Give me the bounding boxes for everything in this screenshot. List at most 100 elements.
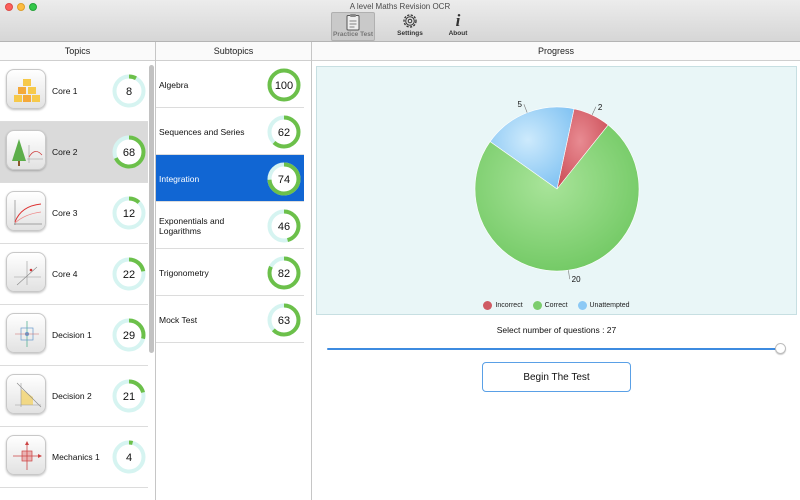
subtopic-name: Algebra (159, 79, 189, 90)
progress-ring-value: 46 (278, 221, 290, 233)
topic-item-core-1[interactable]: Core 1 8 (0, 61, 148, 122)
progress-ring-value: 62 (278, 127, 290, 139)
progress-ring-value: 12 (123, 208, 135, 220)
progress-ring-value: 8 (126, 86, 132, 98)
subtopics-list: Algebra 100 Sequences and Series 62 Inte… (156, 61, 311, 500)
progress-ring-value: 29 (123, 330, 135, 342)
toolbar-settings-label: Settings (397, 30, 423, 37)
progress-ring: 68 (112, 135, 146, 169)
subtopic-name: Trigonometry (159, 267, 209, 278)
legend-swatch (532, 301, 542, 310)
pie-label-leader (591, 106, 597, 116)
legend-label: Incorrect (495, 302, 523, 309)
topics-header: Topics (0, 42, 155, 61)
topic-item-core-2[interactable]: Core 2 68 (0, 122, 148, 183)
topic-item-decision-2[interactable]: Decision 2 21 (0, 366, 148, 427)
chart-legend: Incorrect Correct Unattempted (317, 301, 796, 312)
subtopic-item-trigonometry[interactable]: Trigonometry 82 (156, 249, 304, 296)
legend-swatch (483, 301, 493, 310)
curve-graph-icon (6, 191, 46, 231)
toolbar-settings-button[interactable]: Settings (388, 12, 432, 41)
tree-graph-icon (6, 130, 46, 170)
column-divider (311, 42, 312, 500)
progress-ring-value: 22 (123, 269, 135, 281)
force-arrows-icon (6, 435, 46, 475)
progress-ring: 46 (267, 209, 301, 243)
toolbar-about-label: About (448, 30, 468, 37)
legend-label: Unattempted (589, 302, 630, 309)
subtopic-item-sequences-and-series[interactable]: Sequences and Series 62 (156, 108, 304, 155)
topics-scrollbar[interactable] (149, 65, 154, 353)
legend-label: Correct (544, 302, 568, 309)
progress-ring-value: 82 (278, 268, 290, 280)
topic-item-core-4[interactable]: Core 4 22 (0, 244, 148, 305)
progress-ring-value: 68 (123, 147, 135, 159)
progress-ring: 100 (267, 68, 301, 102)
progress-header: Progress (312, 42, 800, 61)
progress-ring: 63 (267, 303, 301, 337)
subtopic-name: Integration (159, 173, 200, 184)
progress-pie-chart: 2 20 5 Incorrect Correct Unattempted (316, 66, 797, 315)
app-window: A level Maths Revision OCR Practice Test… (0, 0, 800, 500)
toolbar-practice-test-label: Practice Test (333, 31, 373, 38)
progress-ring: 29 (112, 318, 146, 352)
topic-name: Decision 1 (52, 330, 92, 340)
topic-name: Core 4 (52, 269, 78, 279)
progress-ring: 62 (267, 115, 301, 149)
progress-ring: 8 (112, 74, 146, 108)
toolbar-practice-test-button[interactable]: Practice Test (331, 12, 375, 41)
pie-chart-canvas: 2 20 5 (474, 100, 640, 284)
subtopic-item-mock-test[interactable]: Mock Test 63 (156, 296, 304, 343)
question-count-label: Select number of questions : 27 (496, 325, 617, 335)
topic-name: Core 1 (52, 86, 78, 96)
subtopic-name: Mock Test (159, 314, 198, 325)
progress-ring: 21 (112, 379, 146, 413)
topic-item-mechanics-1[interactable]: Mechanics 1 4 (0, 427, 148, 488)
region-graph-icon (6, 374, 46, 414)
topic-name: Core 2 (52, 147, 78, 157)
progress-ring-value: 100 (275, 80, 293, 92)
info-icon: i (455, 11, 461, 30)
subtopic-item-algebra[interactable]: Algebra 100 (156, 61, 304, 108)
subtopic-item-integration[interactable]: Integration 74 (156, 155, 304, 202)
progress-ring: 12 (112, 196, 146, 230)
toolbar-about-button[interactable]: i About (436, 12, 480, 41)
progress-ring: 4 (112, 440, 146, 474)
gear-icon (388, 12, 432, 30)
progress-ring-value: 4 (126, 452, 132, 464)
topics-list: Core 1 8 Core 2 68 Core 3 12 Core 4 22 D… (0, 61, 155, 500)
window-title: A level Maths Revision OCR (349, 2, 451, 11)
topic-name: Core 3 (52, 208, 78, 218)
topic-name: Decision 2 (52, 391, 92, 401)
pie-data-label-correct: 20 (572, 275, 581, 284)
progress-ring: 22 (112, 257, 146, 291)
clipboard-icon (332, 13, 374, 31)
subtopics-header: Subtopics (156, 42, 311, 61)
vector-graph-icon (6, 252, 46, 292)
legend-item-incorrect: Incorrect (483, 301, 523, 310)
progress-ring: 74 (267, 162, 301, 196)
progress-ring-value: 74 (278, 174, 290, 186)
question-count-slider[interactable] (327, 348, 782, 350)
pie-label-leader (568, 270, 570, 280)
pyramid-blocks-icon (6, 69, 46, 109)
legend-item-unattempted: Unattempted (577, 301, 630, 310)
legend-swatch (577, 301, 587, 310)
pie-label-leader (523, 104, 528, 113)
subtopic-item-exponentials-and-logarithms[interactable]: Exponentials and Logarithms 46 (156, 202, 304, 249)
flowchart-icon (6, 313, 46, 353)
pie-data-label-incorrect: 2 (598, 103, 603, 112)
progress-ring: 82 (267, 256, 301, 290)
progress-ring-value: 21 (123, 391, 135, 403)
topic-name: Mechanics 1 (52, 452, 100, 462)
title-bar: A level Maths Revision OCR Practice Test… (0, 0, 800, 42)
topic-item-core-3[interactable]: Core 3 12 (0, 183, 148, 244)
topic-item-decision-1[interactable]: Decision 1 29 (0, 305, 148, 366)
progress-ring-value: 63 (278, 315, 290, 327)
pie-data-label-unattempted: 5 (517, 100, 522, 109)
begin-test-button[interactable]: Begin The Test (482, 362, 631, 392)
subtopic-name: Sequences and Series (159, 126, 245, 137)
slider-knob[interactable] (775, 343, 786, 354)
subtopic-name: Exponentials and Logarithms (159, 215, 225, 236)
legend-item-correct: Correct (532, 301, 568, 310)
